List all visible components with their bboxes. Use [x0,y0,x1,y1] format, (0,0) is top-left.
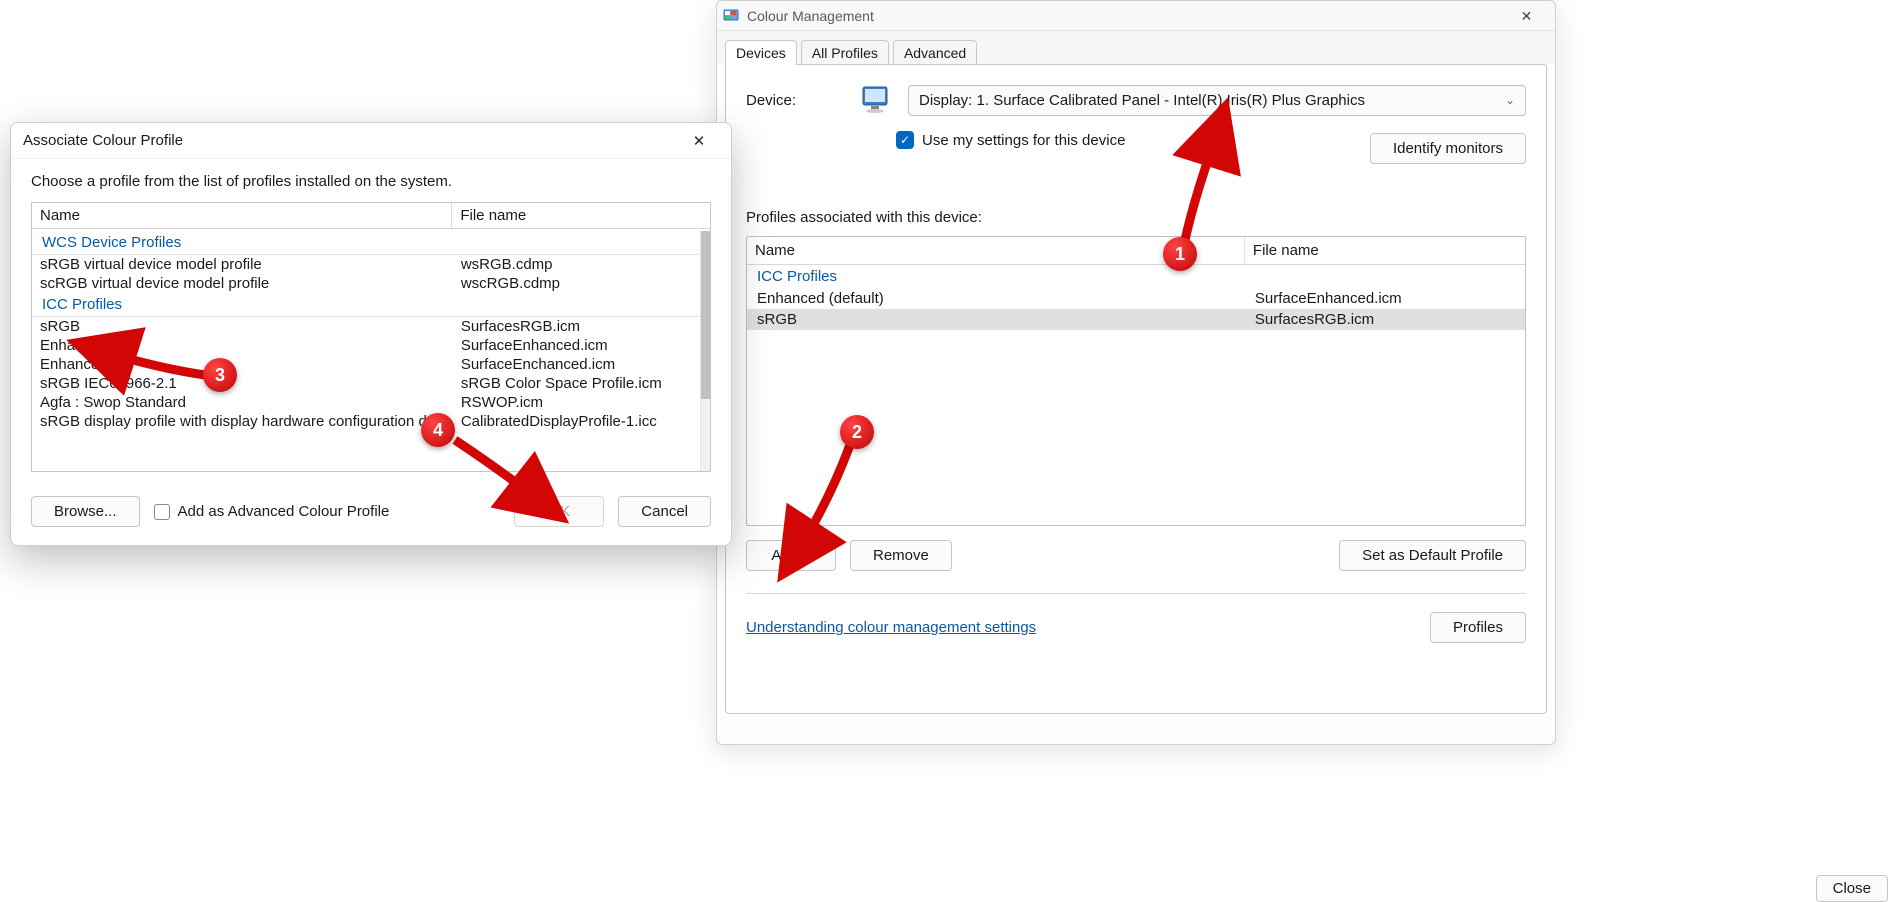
list-item[interactable]: sRGB IEC61966-2.1 sRGB Color Space Profi… [32,374,700,393]
profile-list-header: Name File name [32,203,710,229]
close-button[interactable]: Close [1816,875,1888,902]
table-row[interactable]: sRGB SurfacesRGB.icm [747,309,1525,330]
list-item[interactable]: Enhanced SurfaceEnhanced.icm [32,336,700,355]
annotation-badge-3: 3 [203,358,237,392]
list-item[interactable]: Agfa : Swop Standard RSWOP.icm [32,393,700,412]
add-profile-button[interactable]: Add... [746,540,836,571]
dialog-close-button[interactable]: ✕ [679,123,719,159]
group-icc: ICC Profiles [32,293,700,317]
profile-list: Name File name WCS Device Profiles sRGB … [31,202,711,472]
dialog-title: Associate Colour Profile [23,132,183,149]
dialog-instruction: Choose a profile from the list of profil… [31,173,711,190]
annotation-badge-2: 2 [840,415,874,449]
identify-monitors-button[interactable]: Identify monitors [1370,133,1526,164]
add-advanced-checkbox-label[interactable]: Add as Advanced Colour Profile [154,503,390,520]
cell-file: SurfaceEnhanced.icm [1245,288,1525,309]
browse-button[interactable]: Browse... [31,496,140,527]
list-item[interactable]: sRGB display profile with display hardwa… [32,412,700,431]
device-select[interactable]: Display: 1. Surface Calibrated Panel - I… [908,85,1526,116]
use-my-settings-checkbox[interactable]: ✓ [896,131,914,149]
group-wcs: WCS Device Profiles [32,231,700,255]
profiles-table-body: ICC Profiles Enhanced (default) SurfaceE… [747,265,1525,330]
scrollbar[interactable] [700,231,710,471]
colour-management-icon [723,8,739,24]
devices-tab-content: Device: Display: 1. Surface Calibrated P… [725,64,1547,714]
annotation-badge-4: 4 [421,413,455,447]
cell-name: sRGB [747,309,1245,330]
understanding-link[interactable]: Understanding colour management settings [746,619,1036,636]
chevron-down-icon: ⌄ [1505,93,1515,107]
list-item[interactable]: Enhanced SurfaceEnchanced.icm [32,355,700,374]
profiles-button[interactable]: Profiles [1430,612,1526,643]
dialog-titlebar: Associate Colour Profile ✕ [11,123,731,159]
window-title: Colour Management [747,8,874,24]
annotation-badge-1: 1 [1163,237,1197,271]
colour-management-window: Colour Management ✕ Devices All Profiles… [716,0,1556,745]
group-icc: ICC Profiles [747,265,1525,288]
profiles-table: Name File name ICC Profiles Enhanced (de… [746,236,1526,526]
list-item[interactable]: sRGB virtual device model profile wsRGB.… [32,255,700,274]
remove-profile-button[interactable]: Remove [850,540,952,571]
profiles-table-header: Name File name [747,237,1525,265]
device-select-value: Display: 1. Surface Calibrated Panel - I… [919,92,1365,109]
tab-all-profiles[interactable]: All Profiles [801,40,889,65]
add-advanced-label: Add as Advanced Colour Profile [178,503,390,520]
close-icon: ✕ [1521,9,1533,23]
tab-devices[interactable]: Devices [725,40,797,65]
tab-bar: Devices All Profiles Advanced [717,31,1555,64]
scrollbar-thumb[interactable] [701,231,710,399]
window-close-button[interactable]: ✕ [1504,1,1549,31]
close-icon: ✕ [693,132,706,150]
device-row: Device: Display: 1. Surface Calibrated P… [746,83,1526,117]
associate-profile-dialog: Associate Colour Profile ✕ Choose a prof… [10,122,732,546]
list-item[interactable]: scRGB virtual device model profile wscRG… [32,274,700,293]
tab-advanced[interactable]: Advanced [893,40,977,65]
cell-name: Enhanced (default) [747,288,1245,309]
cell-file: SurfacesRGB.icm [1245,309,1525,330]
col-name[interactable]: Name [32,203,452,228]
col-file[interactable]: File name [452,203,710,228]
outer-button-row: Close [1048,869,1888,902]
dialog-footer: Browse... Add as Advanced Colour Profile… [11,482,731,545]
cancel-button[interactable]: Cancel [618,496,711,527]
profiles-heading: Profiles associated with this device: [746,209,1526,226]
divider [746,593,1526,594]
bottom-row: Understanding colour management settings… [746,612,1526,643]
monitor-icon [860,83,894,117]
device-label: Device: [746,92,846,109]
table-row[interactable]: Enhanced (default) SurfaceEnhanced.icm [747,288,1525,309]
set-default-profile-button[interactable]: Set as Default Profile [1339,540,1526,571]
ok-button[interactable]: OK [514,496,604,527]
profiles-actions: Add... Remove Set as Default Profile [746,540,1526,571]
profile-list-body[interactable]: WCS Device Profiles sRGB virtual device … [32,231,700,471]
col-file[interactable]: File name [1245,237,1525,264]
window-titlebar: Colour Management ✕ [717,1,1555,31]
use-my-settings-label: Use my settings for this device [922,132,1125,149]
add-advanced-checkbox[interactable] [154,504,170,520]
list-item[interactable]: sRGB SurfacesRGB.icm [32,317,700,336]
